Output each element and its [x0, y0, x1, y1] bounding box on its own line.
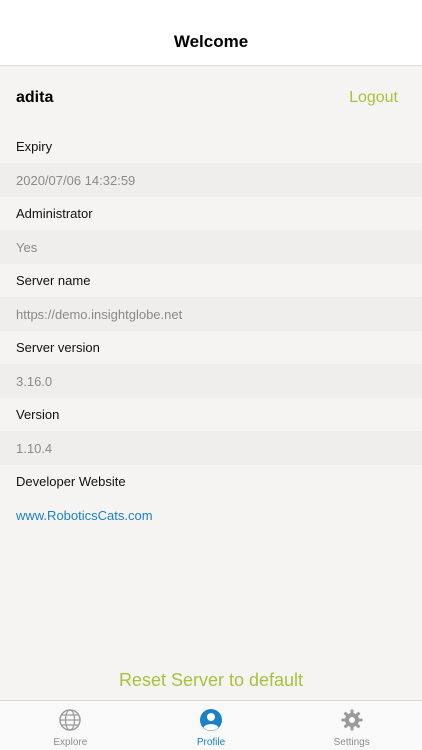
profile-screen: Welcome adita Logout Expiry 2020/07/06 1… — [0, 0, 422, 750]
info-list: Expiry 2020/07/06 14:32:59 Administrator… — [0, 130, 422, 532]
tab-bar: Explore Profile Settings — [0, 700, 422, 750]
user-row: adita Logout — [0, 66, 422, 130]
version-label: Version — [0, 398, 422, 431]
administrator-label: Administrator — [0, 197, 422, 230]
developer-website-link[interactable]: www.RoboticsCats.com — [0, 498, 422, 532]
reset-server-button[interactable]: Reset Server to default — [0, 665, 422, 695]
tab-label: Profile — [196, 737, 226, 748]
developer-website-label: Developer Website — [0, 465, 422, 498]
version-value: 1.10.4 — [0, 431, 422, 465]
server-name-value: https://demo.insightglobe.net — [0, 297, 422, 331]
tab-profile[interactable]: Profile — [141, 701, 282, 750]
tab-label: Explore — [53, 737, 88, 748]
expiry-value: 2020/07/06 14:32:59 — [0, 163, 422, 197]
navigation-bar: Welcome — [0, 0, 422, 66]
logout-button[interactable]: Logout — [349, 89, 406, 107]
person-icon — [200, 709, 222, 731]
username: adita — [16, 89, 54, 106]
tab-explore[interactable]: Explore — [0, 701, 141, 750]
server-version-label: Server version — [0, 331, 422, 364]
page-title: Welcome — [173, 32, 249, 51]
server-version-value: 3.16.0 — [0, 364, 422, 398]
server-name-label: Server name — [0, 264, 422, 297]
tab-settings[interactable]: Settings — [281, 701, 422, 750]
gear-icon — [341, 709, 363, 731]
expiry-label: Expiry — [0, 130, 422, 163]
tab-label: Settings — [333, 737, 370, 748]
globe-icon — [59, 709, 82, 731]
administrator-value: Yes — [0, 230, 422, 264]
